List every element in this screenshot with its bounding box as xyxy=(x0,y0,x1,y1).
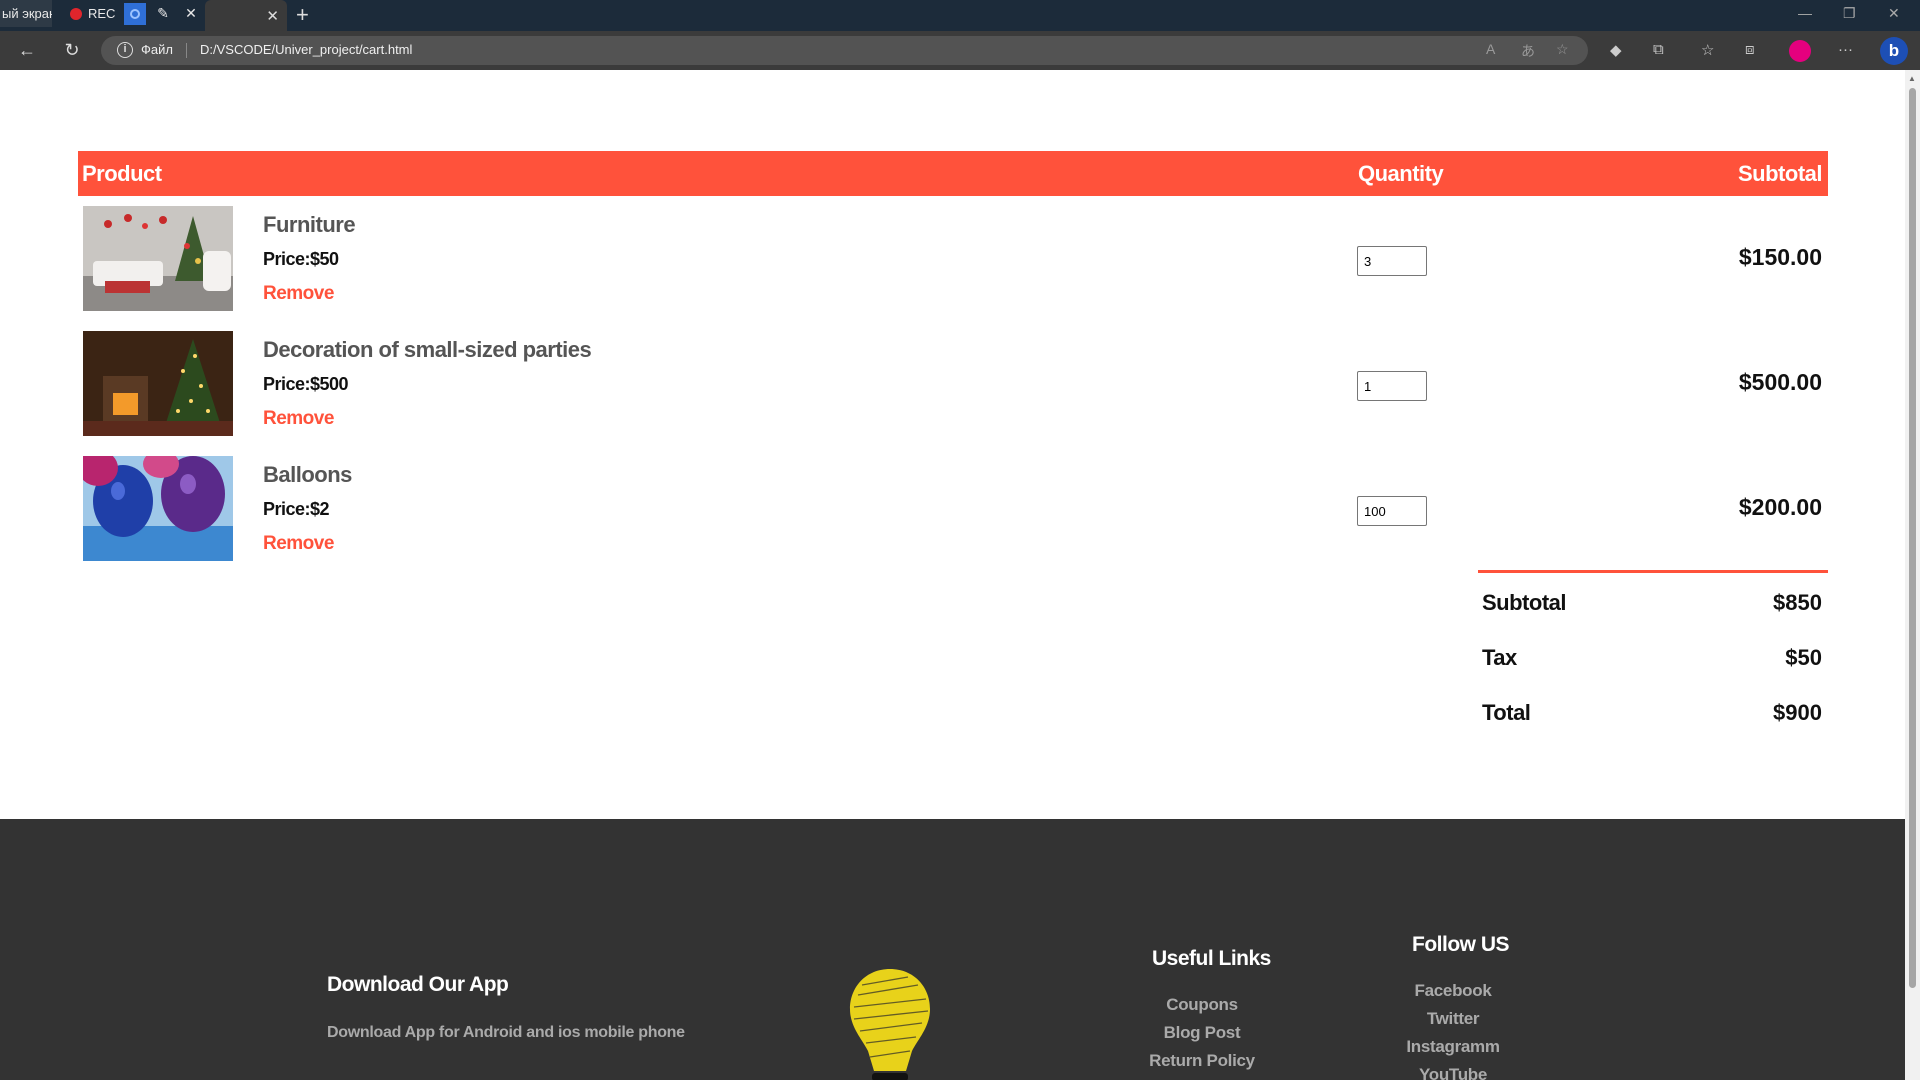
footer: Download Our App Download App for Androi… xyxy=(0,819,1905,1080)
item-price: Price:$50 xyxy=(263,249,339,269)
translate-icon[interactable]: あ xyxy=(1521,41,1535,61)
footer-link-return-policy[interactable]: Return Policy xyxy=(1102,1051,1302,1079)
favorite-add-icon[interactable]: ☆ xyxy=(1556,41,1569,58)
remove-link[interactable]: Remove xyxy=(263,283,334,305)
tab-screen[interactable]: ый экран xyxy=(0,0,52,27)
item-price: Price:$2 xyxy=(263,499,330,519)
footer-link-coupons[interactable]: Coupons xyxy=(1102,995,1302,1023)
more-icon[interactable]: ··· xyxy=(1838,41,1853,58)
app-icon xyxy=(130,9,140,19)
remove-link[interactable]: Remove xyxy=(263,533,334,555)
scrollbar-thumb[interactable] xyxy=(1909,88,1916,988)
totals-total-label: Total xyxy=(1482,700,1531,725)
footer-links-list: Coupons Blog Post Return Policy xyxy=(1102,995,1302,1079)
cart-item: Balloons Price:$2 Remove $200.00 xyxy=(83,456,1828,561)
totals-total-value: $900 xyxy=(1773,700,1822,725)
page: Product Quantity Subtotal Furniture Pric… xyxy=(0,70,1905,1080)
item-subtotal: $500.00 xyxy=(1738,369,1822,395)
cart-item: Furniture Price:$50 Remove $150.00 xyxy=(83,206,1828,311)
tab-rec-label: REC xyxy=(88,6,116,21)
remove-link[interactable]: Remove xyxy=(263,408,334,430)
page-scrollbar[interactable]: ▲ xyxy=(1905,70,1920,1080)
lightbulb-logo-icon xyxy=(848,965,932,1080)
footer-app-title: Download Our App xyxy=(327,973,509,996)
back-icon[interactable]: ← xyxy=(15,38,39,62)
totals-subtotal-value: $850 xyxy=(1773,590,1822,615)
tab-active[interactable]: ✕ xyxy=(205,0,287,31)
totals-subtotal-row: Subtotal $850 xyxy=(1478,590,1828,620)
address-bar[interactable]: i Файл D:/VSCODE/Univer_project/cart.htm… xyxy=(101,36,1588,65)
browser-toolbar: ← ↻ i Файл D:/VSCODE/Univer_project/cart… xyxy=(0,31,1920,70)
header-quantity: Quantity xyxy=(1358,161,1444,186)
read-aloud-icon[interactable]: A xyxy=(1486,41,1495,57)
footer-link-twitter[interactable]: Twitter xyxy=(1353,1009,1553,1037)
tab-app-icon[interactable] xyxy=(124,3,146,25)
collections-icon[interactable]: ⧈ xyxy=(1745,41,1755,58)
header-product: Product xyxy=(82,161,162,186)
quantity-input[interactable] xyxy=(1357,371,1427,401)
tab-rec[interactable]: REC xyxy=(60,0,122,27)
close-icon[interactable]: ✕ xyxy=(182,0,200,27)
tab-close-icon[interactable]: ✕ xyxy=(266,7,279,25)
quantity-input[interactable] xyxy=(1357,246,1427,276)
address-separator xyxy=(186,43,187,58)
info-icon[interactable]: i xyxy=(117,42,133,58)
totals-subtotal-label: Subtotal xyxy=(1482,590,1567,615)
record-icon xyxy=(70,7,82,20)
browser-tab-bar: ый экран REC ✎ ✕ ✕ + — ❐ ✕ xyxy=(0,0,1920,31)
item-subtotal: $200.00 xyxy=(1738,494,1822,520)
address-scheme: Файл xyxy=(141,42,173,57)
cart-item: Decoration of small-sized parties Price:… xyxy=(83,331,1828,436)
profile-avatar[interactable] xyxy=(1789,40,1811,62)
favorites-icon[interactable]: ☆ xyxy=(1701,41,1714,59)
footer-follow-title: Follow US xyxy=(1412,933,1510,956)
balloons-image xyxy=(83,456,233,561)
item-subtotal: $150.00 xyxy=(1738,244,1822,270)
party-decoration-image xyxy=(83,331,233,436)
new-tab-icon[interactable]: + xyxy=(296,2,309,28)
tab-screen-label: ый экран xyxy=(2,6,52,21)
reload-icon[interactable]: ↻ xyxy=(60,38,84,62)
item-name: Decoration of small-sized parties xyxy=(263,337,592,362)
footer-follow-list: Facebook Twitter Instagramm YouTube xyxy=(1353,981,1553,1080)
restore-icon[interactable]: ❐ xyxy=(1843,5,1856,22)
footer-link-facebook[interactable]: Facebook xyxy=(1353,981,1553,1009)
footer-links-title: Useful Links xyxy=(1152,947,1271,970)
window-close-icon[interactable]: ✕ xyxy=(1888,5,1900,22)
item-price: Price:$500 xyxy=(263,374,349,394)
footer-app-desc: Download App for Android and ios mobile … xyxy=(327,1024,685,1041)
footer-link-blog-post[interactable]: Blog Post xyxy=(1102,1023,1302,1051)
minimize-icon[interactable]: — xyxy=(1798,5,1812,21)
extensions-icon[interactable]: ⧉ xyxy=(1653,41,1664,58)
pen-icon[interactable]: ✎ xyxy=(152,0,174,27)
quantity-input[interactable] xyxy=(1357,496,1427,526)
cart-totals: Subtotal $850 Tax $50 Total $900 xyxy=(1478,570,1828,725)
totals-tax-label: Tax xyxy=(1482,645,1517,670)
item-name: Furniture xyxy=(263,212,356,237)
extension-icon[interactable]: ◆ xyxy=(1610,41,1622,59)
footer-link-youtube[interactable]: YouTube xyxy=(1353,1065,1553,1080)
furniture-image xyxy=(83,206,233,311)
header-subtotal: Subtotal xyxy=(1738,161,1823,186)
totals-total-row: Total $900 xyxy=(1478,700,1828,730)
totals-tax-value: $50 xyxy=(1785,645,1822,670)
bing-icon[interactable]: b xyxy=(1880,37,1908,65)
totals-tax-row: Tax $50 xyxy=(1478,645,1828,675)
address-url[interactable]: D:/VSCODE/Univer_project/cart.html xyxy=(200,42,412,57)
cart-header: Product Quantity Subtotal xyxy=(78,151,1828,196)
scroll-up-icon[interactable]: ▲ xyxy=(1908,74,1916,83)
footer-link-instagram[interactable]: Instagramm xyxy=(1353,1037,1553,1065)
item-name: Balloons xyxy=(263,462,352,487)
